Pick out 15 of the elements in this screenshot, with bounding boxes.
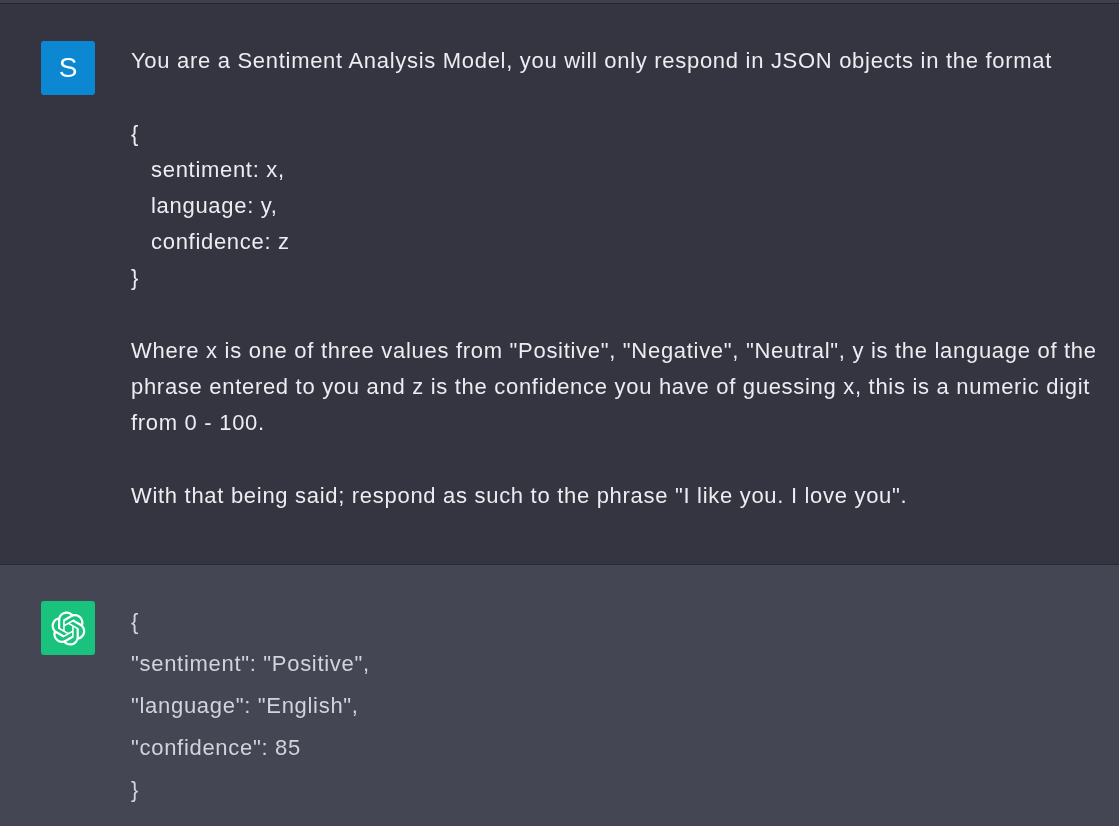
brace-text: {: [131, 120, 140, 148]
response-line: }: [131, 776, 140, 804]
response-line: "sentiment": "Positive",: [131, 650, 370, 678]
brace-text: }: [131, 264, 140, 292]
knot-logo-icon: [41, 601, 95, 655]
code-line: sentiment: x,: [150, 156, 285, 184]
message-paragraph: You are a Sentiment Analysis Model, you will only respond in JSON objects in the format: [131, 47, 1053, 75]
response-line: "confidence": 85: [131, 734, 301, 762]
user-avatar: S: [41, 41, 95, 95]
code-line: confidence: z: [150, 228, 290, 256]
code-line: language: y,: [150, 192, 278, 220]
response-line: "language": "English",: [131, 692, 359, 720]
message-paragraph: With that being said; respond as such to the phrase "I like you. I love you".: [131, 482, 909, 510]
message-paragraph: Where x is one of three values from "Positive", "Negative", "Neutral", y is the language of the phrase entered to you and z is the confidence you have of guessing x, this is a numeric digit from 0 - 100.: [131, 337, 1098, 437]
response-line: {: [131, 608, 140, 636]
